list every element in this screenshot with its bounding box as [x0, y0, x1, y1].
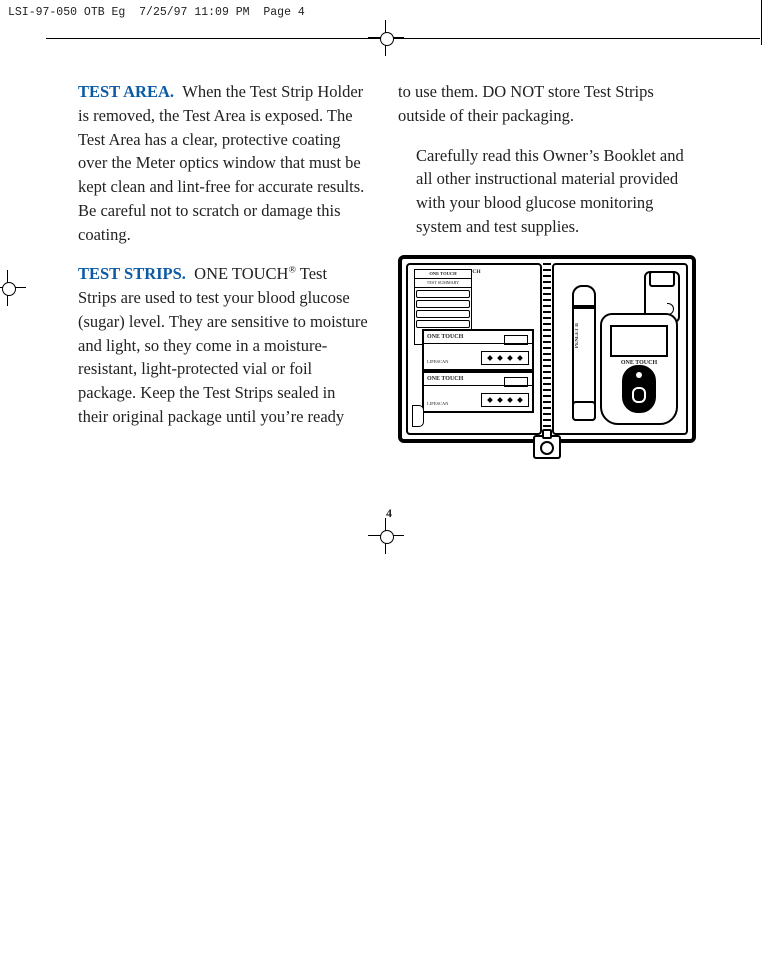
logbook-brand: ONE TOUCH — [415, 270, 471, 279]
meter-screen — [610, 325, 668, 357]
registration-mark-icon — [378, 528, 394, 544]
registration-mark-icon — [0, 280, 16, 296]
stripbox-sub: LIFESCAN — [427, 359, 449, 365]
body-test-strips-pre: ONE TOUCH — [194, 264, 288, 283]
zipper-pull-icon — [533, 435, 561, 459]
kit-illustration: ONE TOUCH ONE TOUCH TEST SUMMARY ONE TOU… — [398, 255, 696, 443]
print-slug: LSI-97-050 OTB Eg 7/25/97 11:09 PM Page … — [8, 6, 305, 19]
paragraph-test-area: TEST AREA. When the Test Strip Holder is… — [78, 80, 368, 246]
lede-test-area: TEST AREA. — [78, 82, 174, 101]
kit-left-panel: ONE TOUCH ONE TOUCH TEST SUMMARY ONE TOU… — [406, 263, 542, 435]
slug-page: Page 4 — [263, 6, 304, 19]
pen-label: PENLET II — [574, 323, 594, 348]
body-test-area: When the Test Strip Holder is removed, t… — [78, 82, 364, 244]
slug-job: LSI-97-050 OTB Eg — [8, 6, 125, 19]
kit-right-panel: PENLET II ONE TOUCH — [552, 263, 688, 435]
meter-power-button-icon — [622, 365, 656, 413]
registered-mark-icon: ® — [288, 265, 296, 276]
lancing-device-icon: PENLET II — [572, 285, 596, 421]
column-right: to use them. DO NOT store Test Strips ou… — [398, 80, 696, 445]
vial-edge-icon — [412, 405, 424, 427]
page-number: 4 — [386, 506, 392, 521]
body-test-strips-post: Test Strips are used to test your blood … — [78, 264, 368, 426]
lede-test-strips: TEST STRIPS. — [78, 264, 186, 283]
paragraph-read-booklet: Carefully read this Owner’s Booklet and … — [398, 144, 696, 239]
page-body: TEST AREA. When the Test Strip Holder is… — [78, 80, 696, 445]
column-left: TEST AREA. When the Test Strip Holder is… — [78, 80, 368, 445]
paragraph-continuation: to use them. DO NOT store Test Strips ou… — [398, 80, 696, 128]
crop-line-top — [46, 38, 760, 39]
paragraph-test-strips: TEST STRIPS. ONE TOUCH® Test Strips are … — [78, 262, 368, 428]
glucose-meter-icon: ONE TOUCH — [600, 313, 678, 425]
test-strip-box-icon: ONE TOUCH LIFESCAN — [422, 371, 534, 413]
registration-mark-icon — [378, 30, 394, 46]
test-strip-box-icon: ONE TOUCH LIFESCAN — [422, 329, 534, 371]
logbook-title: TEST SUMMARY — [415, 279, 471, 288]
slug-timestamp: 7/25/97 11:09 PM — [139, 6, 249, 19]
zipper-spine-icon — [543, 263, 551, 435]
stripbox-sub: LIFESCAN — [427, 401, 449, 407]
crop-tick-right — [761, 0, 762, 45]
